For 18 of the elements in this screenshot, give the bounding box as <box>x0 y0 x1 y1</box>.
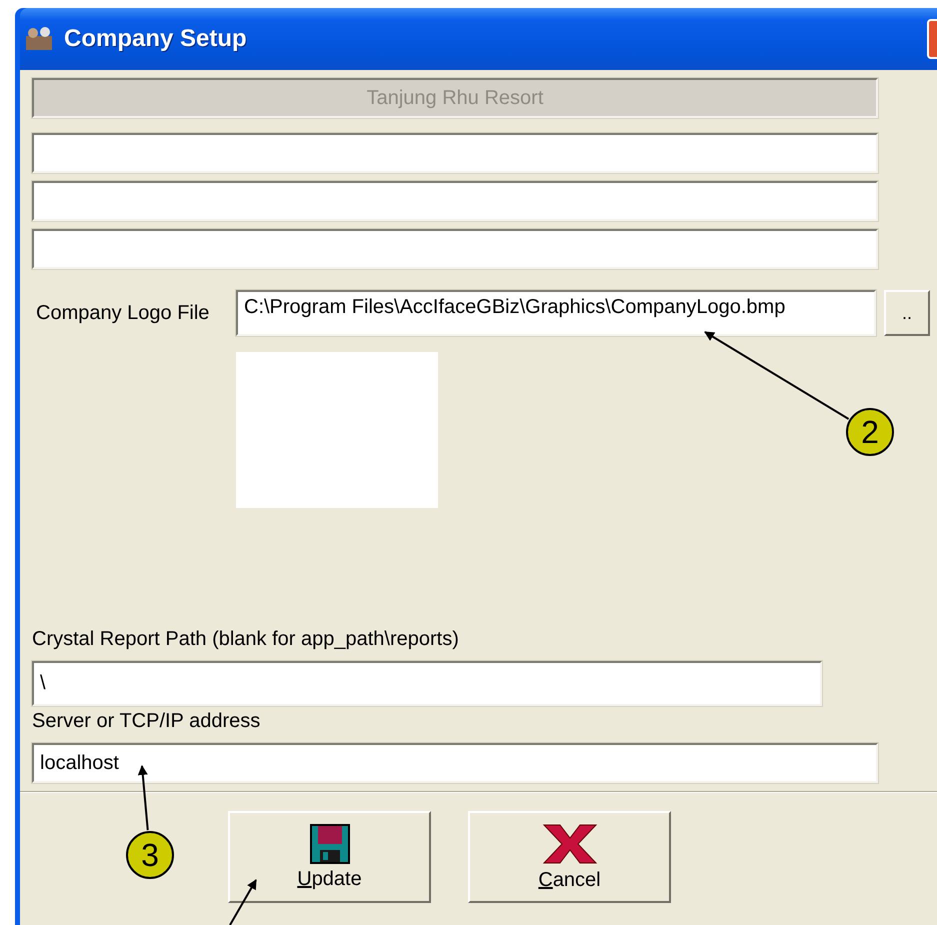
browse-button[interactable]: .. <box>884 290 930 336</box>
app-icon <box>24 26 54 52</box>
text-field[interactable] <box>32 229 878 269</box>
text-field[interactable] <box>32 133 878 173</box>
update-button[interactable]: Update <box>228 811 431 903</box>
text-field[interactable] <box>32 181 878 221</box>
pointer-arrow <box>229 879 257 925</box>
logo-path-field[interactable]: C:\Program Files\AccIfaceGBiz\Graphics\CompanyLogo.bmp <box>236 290 876 336</box>
x-icon <box>542 822 598 864</box>
field-label: Server or TCP/IP address <box>32 710 262 733</box>
server-field[interactable]: localhost <box>32 743 878 783</box>
callout-number: 2 <box>704 331 894 456</box>
callout-number: 3 <box>126 765 174 879</box>
field-label: Crystal Report Path (blank for app_path\reports) <box>32 628 460 651</box>
report-path-field[interactable]: \ <box>32 661 822 706</box>
field-label: Company Logo File <box>35 302 210 324</box>
cancel-button[interactable]: Cancel <box>468 811 671 903</box>
window-title: Company Setup <box>64 25 247 53</box>
